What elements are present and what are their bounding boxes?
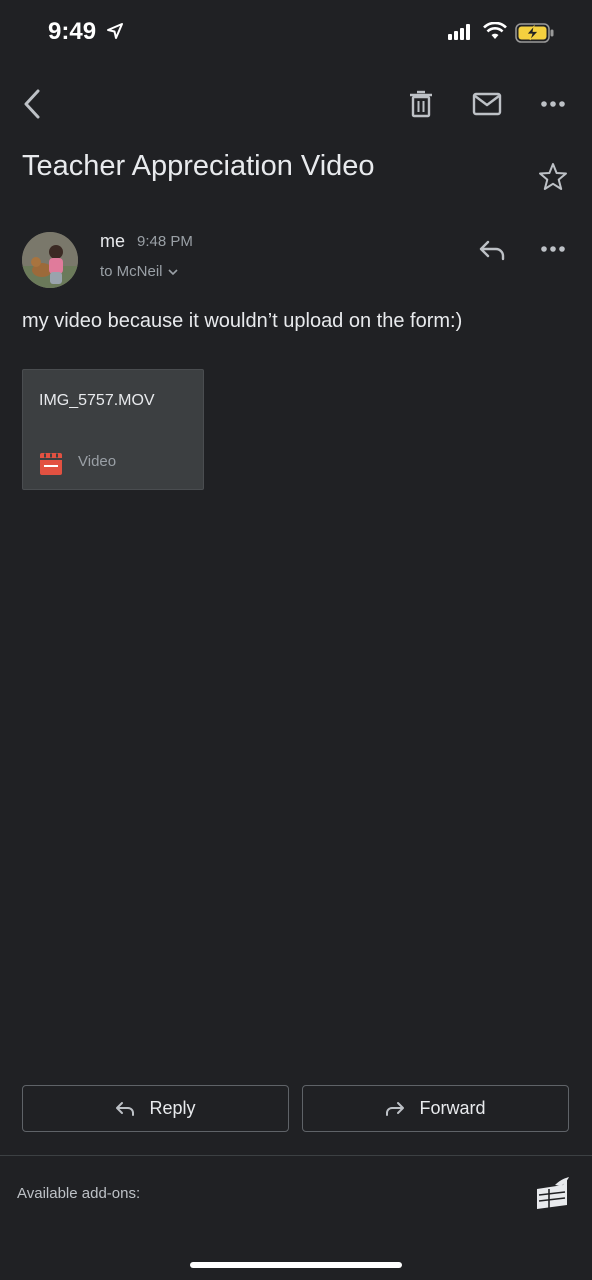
chevron-down-icon bbox=[167, 268, 178, 275]
home-indicator[interactable] bbox=[190, 1262, 402, 1268]
back-icon bbox=[24, 89, 40, 119]
avatar[interactable] bbox=[22, 232, 78, 288]
attachment-filename: IMG_5757.MOV bbox=[39, 392, 155, 409]
message-more-button[interactable] bbox=[533, 229, 573, 269]
star-icon[interactable] bbox=[537, 161, 569, 193]
forward-icon bbox=[386, 1101, 405, 1116]
forward-label: Forward bbox=[419, 1098, 486, 1118]
reply-label: Reply bbox=[149, 1098, 196, 1118]
email-body: my video because it wouldn’t upload on t… bbox=[22, 310, 463, 332]
more-icon bbox=[541, 101, 565, 107]
email-screen: 9:49 Teacher Appreciation Video me 9:48 … bbox=[0, 0, 592, 1280]
back-button[interactable] bbox=[14, 84, 50, 124]
status-time: 9:49 bbox=[48, 18, 97, 45]
more-button[interactable] bbox=[533, 84, 573, 124]
delete-button[interactable] bbox=[401, 84, 441, 124]
mark-unread-icon bbox=[472, 92, 502, 116]
divider bbox=[0, 1155, 592, 1156]
reply-button[interactable]: Reply bbox=[22, 1085, 289, 1132]
reply-icon bbox=[116, 1101, 135, 1116]
signal-icon bbox=[448, 24, 470, 40]
attachment-card[interactable]: IMG_5757.MOV Video bbox=[22, 369, 204, 490]
reply-icon-button[interactable] bbox=[472, 230, 512, 270]
addons-label: Available add-ons: bbox=[17, 1185, 141, 1202]
recipient-label: to McNeil bbox=[100, 263, 163, 280]
more-icon bbox=[541, 246, 565, 252]
wifi-icon bbox=[483, 22, 507, 39]
recipient-toggle[interactable]: to McNeil bbox=[100, 263, 179, 280]
addon-icon[interactable] bbox=[533, 1175, 571, 1213]
sender-name: me bbox=[100, 231, 126, 251]
forward-button[interactable]: Forward bbox=[302, 1085, 569, 1132]
mark-unread-button[interactable] bbox=[467, 84, 507, 124]
delete-icon bbox=[410, 90, 432, 118]
avatar-photo bbox=[22, 232, 78, 288]
location-arrow-icon bbox=[107, 23, 123, 39]
sent-time: 9:48 PM bbox=[137, 233, 193, 250]
battery-charging-icon bbox=[515, 23, 554, 43]
email-subject: Teacher Appreciation Video bbox=[22, 150, 375, 182]
video-clapper-icon bbox=[40, 453, 62, 475]
attachment-type: Video bbox=[78, 453, 117, 470]
reply-icon bbox=[479, 240, 505, 261]
